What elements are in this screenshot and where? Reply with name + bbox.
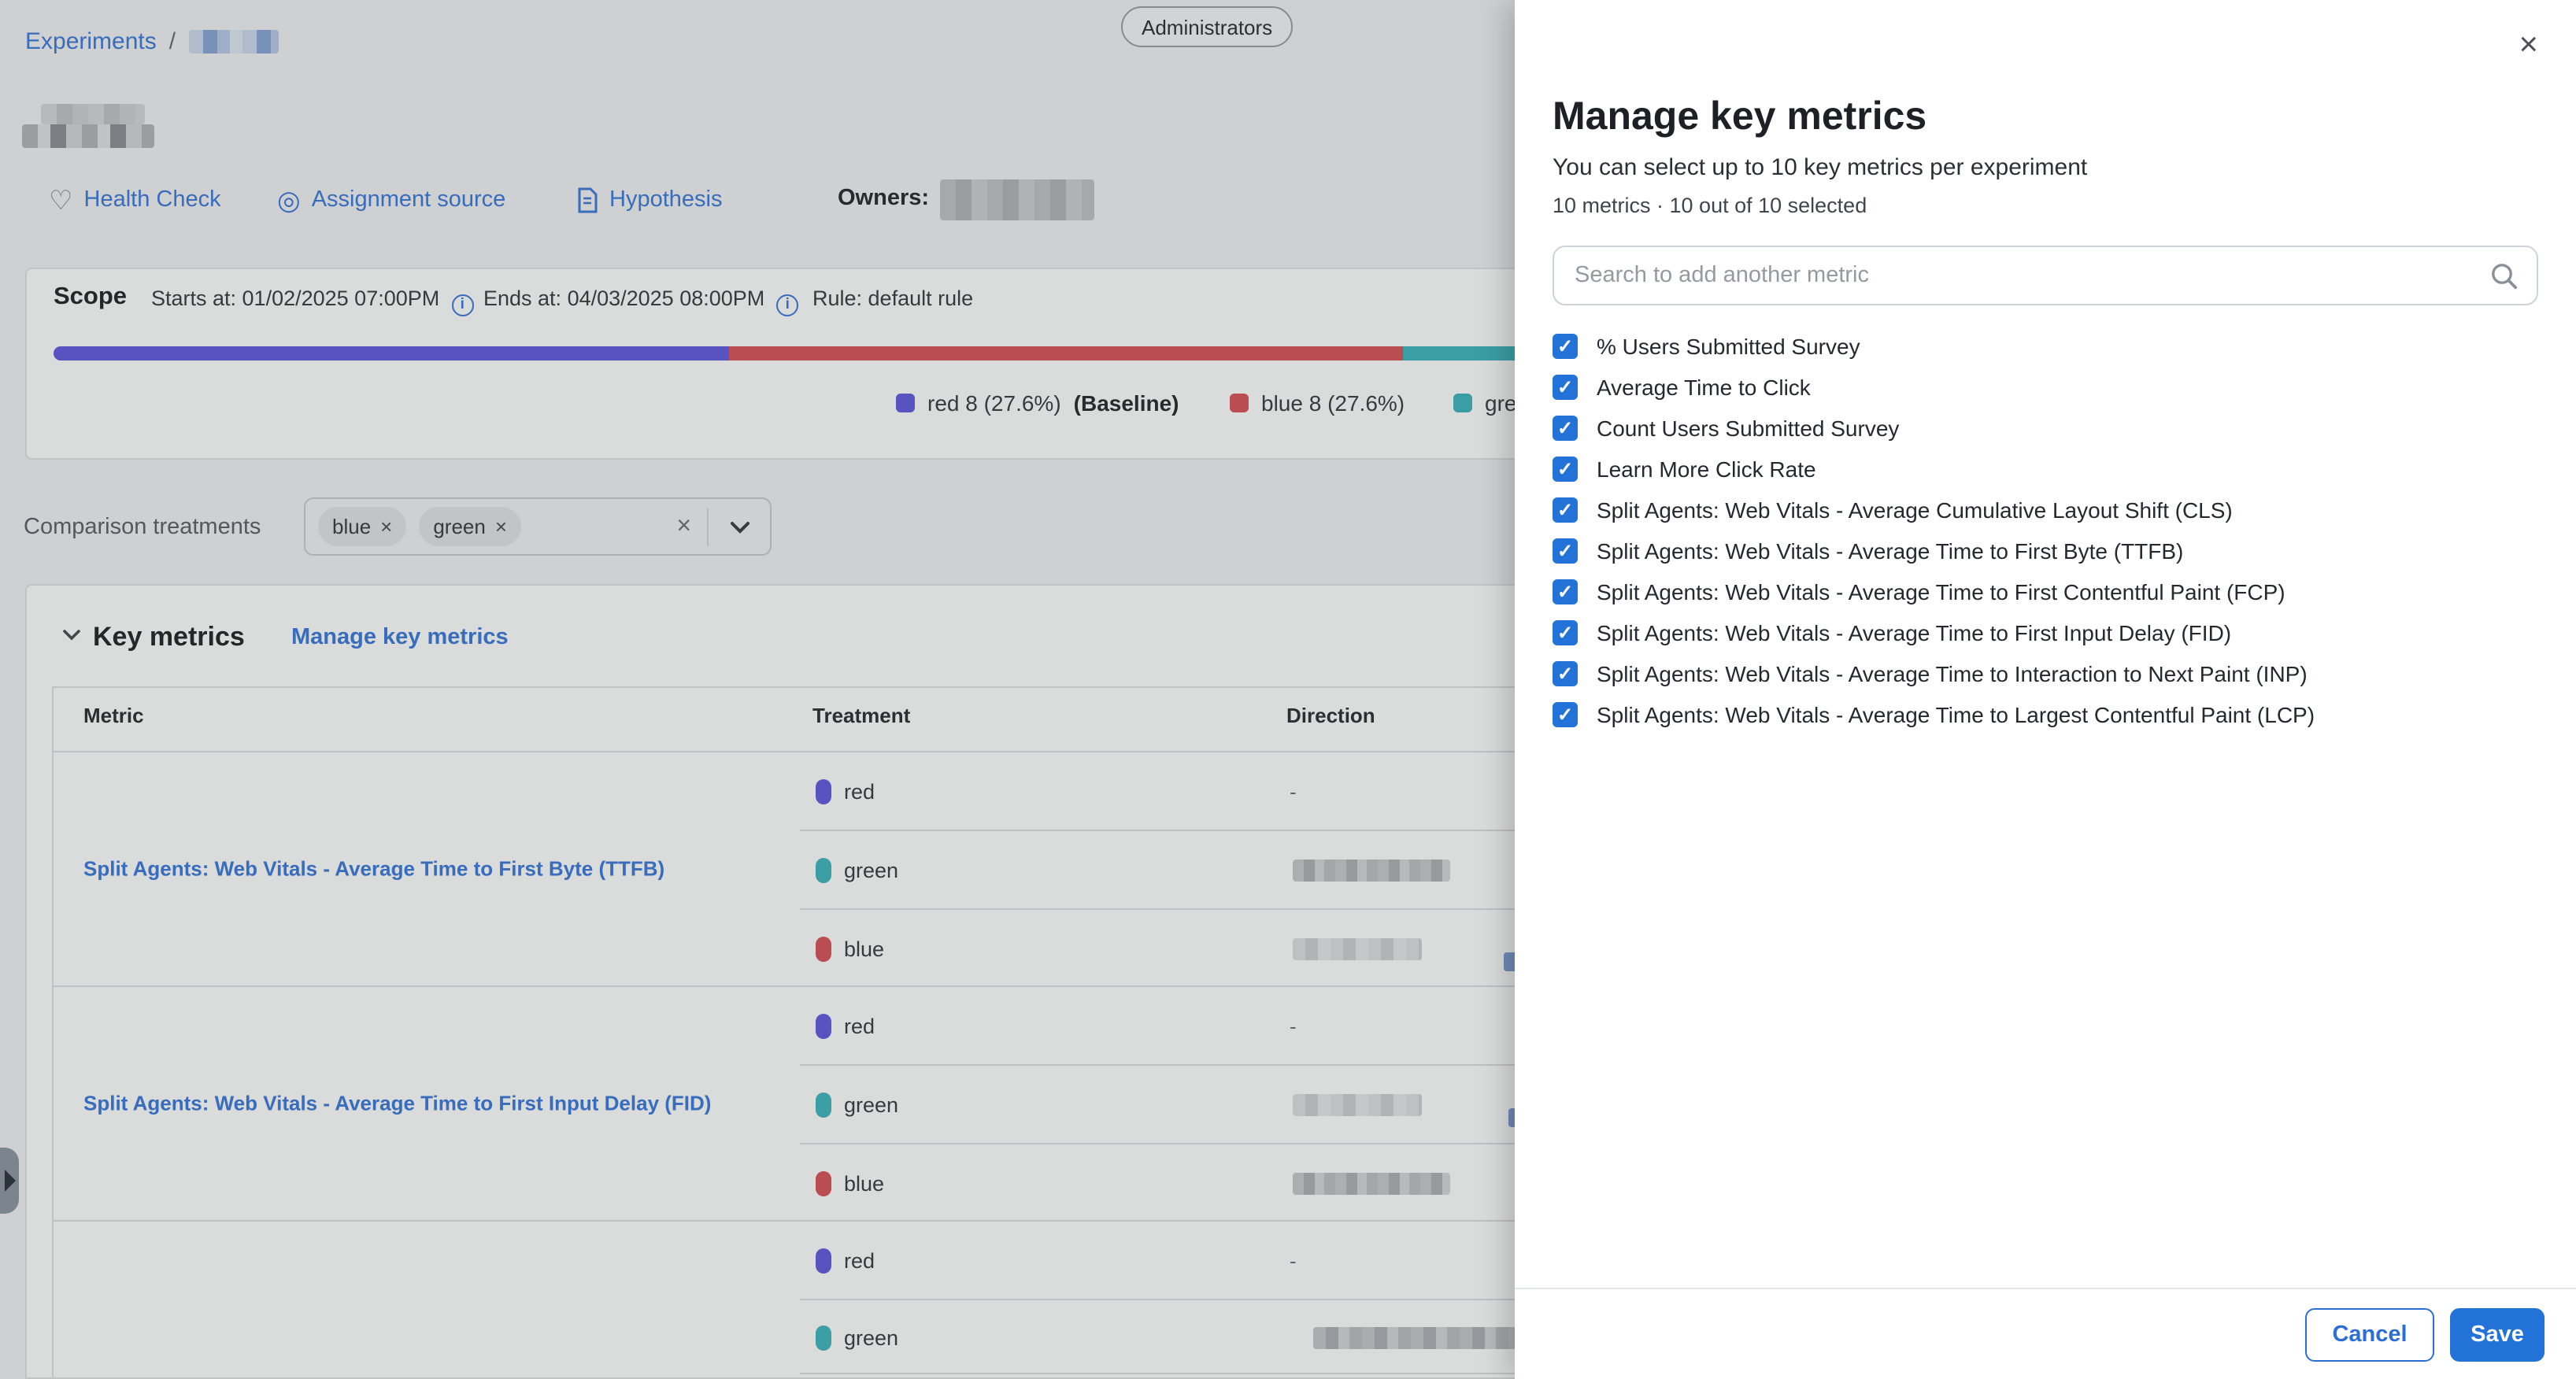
metric-option[interactable]: ✓ Split Agents: Web Vitals - Average Tim…	[1553, 617, 2231, 649]
metric-option-label: Learn More Click Rate	[1597, 457, 1816, 482]
metric-search	[1553, 246, 2538, 305]
search-icon	[2489, 261, 2519, 291]
manage-key-metrics-panel: × Manage key metrics You can select up t…	[1515, 0, 2576, 1379]
metric-search-input[interactable]	[1554, 247, 2537, 304]
panel-subtitle: You can select up to 10 key metrics per …	[1553, 154, 2087, 181]
metric-option[interactable]: ✓ Split Agents: Web Vitals - Average Tim…	[1553, 535, 2183, 567]
panel-footer: Cancel Save	[1515, 1288, 2576, 1379]
metric-option[interactable]: ✓ Count Users Submitted Survey	[1553, 412, 1899, 444]
checkbox-checked-icon[interactable]: ✓	[1553, 497, 1578, 523]
metric-option[interactable]: ✓ Average Time to Click	[1553, 372, 1811, 403]
metric-option-label: Split Agents: Web Vitals - Average Time …	[1597, 661, 2308, 686]
cancel-button[interactable]: Cancel	[2305, 1308, 2434, 1362]
save-button[interactable]: Save	[2450, 1308, 2545, 1362]
checkbox-checked-icon[interactable]: ✓	[1553, 416, 1578, 441]
metric-option-label: Split Agents: Web Vitals - Average Cumul…	[1597, 497, 2233, 523]
checkbox-checked-icon[interactable]: ✓	[1553, 620, 1578, 645]
checkbox-checked-icon[interactable]: ✓	[1553, 661, 1578, 686]
checkbox-checked-icon[interactable]: ✓	[1553, 334, 1578, 359]
metric-option-label: Average Time to Click	[1597, 375, 1811, 400]
metric-option[interactable]: ✓ Split Agents: Web Vitals - Average Tim…	[1553, 576, 2285, 608]
checkbox-checked-icon[interactable]: ✓	[1553, 538, 1578, 564]
metric-option[interactable]: ✓ % Users Submitted Survey	[1553, 331, 1860, 362]
checkbox-checked-icon[interactable]: ✓	[1553, 457, 1578, 482]
checkbox-checked-icon[interactable]: ✓	[1553, 375, 1578, 400]
app-window: Experiments / ♡ Health Check ◎ Assignmen…	[0, 0, 2576, 1379]
metric-option-label: Split Agents: Web Vitals - Average Time …	[1597, 538, 2183, 564]
checkbox-checked-icon[interactable]: ✓	[1553, 579, 1578, 604]
metric-option[interactable]: ✓ Learn More Click Rate	[1553, 453, 1816, 485]
metric-option[interactable]: ✓ Split Agents: Web Vitals - Average Cum…	[1553, 494, 2233, 526]
metric-option-label: Split Agents: Web Vitals - Average Time …	[1597, 702, 2315, 727]
metric-option-label: Split Agents: Web Vitals - Average Time …	[1597, 620, 2231, 645]
checkbox-checked-icon[interactable]: ✓	[1553, 702, 1578, 727]
metric-option[interactable]: ✓ Split Agents: Web Vitals - Average Tim…	[1553, 658, 2308, 690]
panel-title: Manage key metrics	[1553, 94, 1926, 140]
metrics-count: 10 metrics · 10 out of 10 selected	[1553, 194, 1867, 217]
metric-option-label: Count Users Submitted Survey	[1597, 416, 1899, 441]
close-icon[interactable]: ×	[2519, 28, 2538, 61]
metric-option[interactable]: ✓ Split Agents: Web Vitals - Average Tim…	[1553, 699, 2315, 730]
metric-option-label: % Users Submitted Survey	[1597, 334, 1860, 359]
metric-option-label: Split Agents: Web Vitals - Average Time …	[1597, 579, 2285, 604]
